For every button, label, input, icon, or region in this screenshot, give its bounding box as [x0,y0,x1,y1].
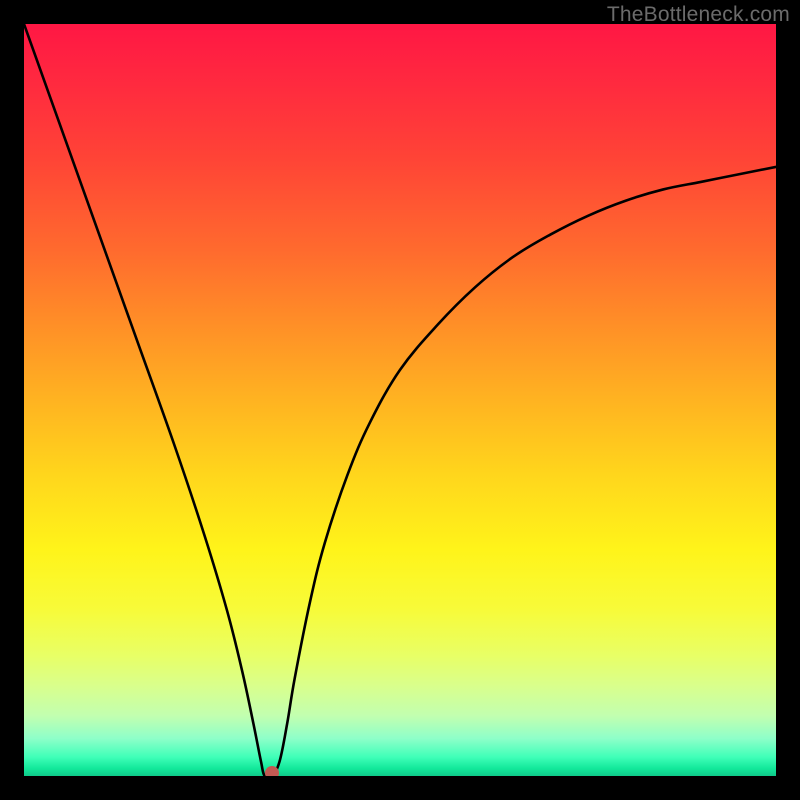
minimum-marker [265,766,279,776]
watermark-text: TheBottleneck.com [607,3,790,27]
plot-area [24,24,776,776]
bottleneck-curve [24,24,776,776]
chart-frame: TheBottleneck.com [0,0,800,800]
